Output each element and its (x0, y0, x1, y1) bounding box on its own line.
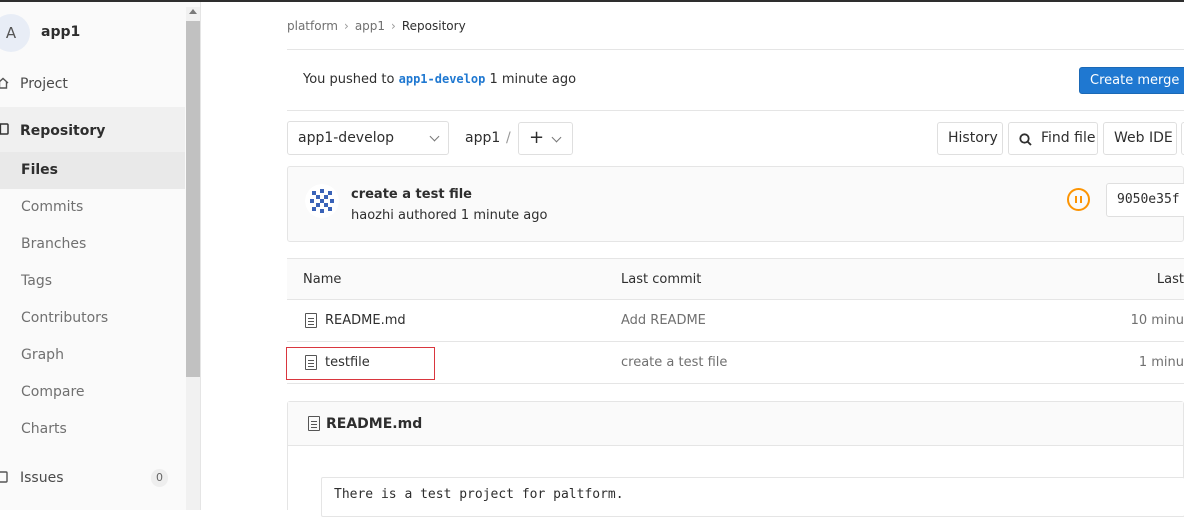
project-name: app1 (41, 24, 81, 40)
sidebar-item-repository[interactable]: Repository (0, 107, 185, 152)
commit-meta: haozhi authored 1 minute ago (351, 208, 547, 223)
file-last-commit-link[interactable]: Add README (621, 313, 706, 328)
sidebar-subitem-label: Files (21, 162, 58, 178)
sidebar-subitem-label: Tags (21, 273, 52, 289)
branch-select[interactable]: app1-develop (287, 121, 449, 155)
column-header-name: Name (303, 272, 342, 287)
push-alert-prefix: You pushed to (303, 72, 395, 87)
plus-icon: + (529, 127, 545, 148)
commit-author-avatar[interactable] (305, 184, 339, 218)
push-alert: You pushed to app1-develop 1 minute ago … (287, 50, 1184, 110)
sidebar-subitem-tags[interactable]: Tags (0, 263, 185, 300)
sidebar-item-issues[interactable]: Issues 0 (0, 460, 185, 498)
sidebar-subitem-commits[interactable]: Commits (0, 189, 185, 226)
pipeline-status-icon[interactable] (1067, 188, 1090, 211)
history-button[interactable]: History (937, 122, 1003, 155)
book-icon (0, 123, 9, 135)
home-icon (0, 77, 9, 89)
branch-select-value: app1-develop (298, 130, 395, 146)
sidebar-subitem-label: Charts (21, 421, 67, 437)
breadcrumb-item-platform[interactable]: platform (287, 19, 338, 33)
file-icon (305, 313, 317, 328)
commit-title-link[interactable]: create a test file (351, 187, 472, 202)
breadcrumb-separator-icon: › (344, 19, 349, 33)
last-commit-panel: create a test file haozhi authored 1 min… (287, 166, 1184, 242)
breadcrumb-separator-icon: › (391, 19, 396, 33)
breadcrumb-current[interactable]: Repository (402, 19, 466, 33)
sidebar-item-project[interactable]: Project (0, 66, 185, 104)
scrollbar-thumb[interactable] (186, 21, 200, 377)
readme-content: There is a test project for paltform. (334, 487, 624, 502)
sidebar-subitem-graph[interactable]: Graph (0, 337, 185, 374)
path-root-link[interactable]: app1 (465, 130, 500, 146)
table-row[interactable]: README.md Add README 10 minu (287, 300, 1184, 342)
sidebar-item-label: Repository (20, 123, 106, 139)
highlight-box (286, 347, 435, 380)
search-icon (1019, 133, 1032, 146)
sidebar-subitem-compare[interactable]: Compare (0, 374, 185, 411)
web-ide-button[interactable]: Web IDE (1103, 122, 1177, 155)
pushed-branch-link[interactable]: app1-develop (399, 72, 486, 86)
sidebar-subitem-contributors[interactable]: Contributors (0, 300, 185, 337)
column-header-last-update: Last (1156, 272, 1184, 287)
sidebar-subitem-label: Compare (21, 384, 85, 400)
find-file-label: Find file (1041, 130, 1096, 146)
readme-code-block: There is a test project for paltform. (321, 477, 1184, 517)
breadcrumb-item-app1[interactable]: app1 (355, 19, 385, 33)
sidebar-subitem-label: Contributors (21, 310, 109, 326)
path-separator: / (506, 130, 511, 146)
commit-author-link[interactable]: haozhi (351, 208, 394, 223)
chevron-down-icon (429, 131, 440, 142)
sidebar: A app1 Project Repository Files Commits … (0, 2, 201, 510)
create-merge-request-button[interactable]: Create merge re (1079, 67, 1184, 94)
readme-title[interactable]: README.md (326, 416, 422, 432)
commit-sha-button[interactable]: 9050e35f (1106, 183, 1184, 217)
issues-count-badge: 0 (151, 469, 168, 487)
sidebar-subitem-label: Graph (21, 347, 64, 363)
push-alert-text: You pushed to app1-develop 1 minute ago (303, 72, 576, 87)
file-last-update: 1 minu (1138, 355, 1184, 370)
chevron-down-icon (551, 132, 562, 143)
commit-authored-time: authored 1 minute ago (397, 208, 548, 223)
file-last-update: 10 minu (1130, 313, 1184, 328)
column-header-last-commit: Last commit (621, 272, 702, 287)
sidebar-item-label: Project (20, 76, 68, 92)
sidebar-scrollbar[interactable] (186, 7, 200, 510)
scroll-up-arrow-icon[interactable] (189, 9, 197, 14)
sidebar-subitem-branches[interactable]: Branches (0, 226, 185, 263)
issues-icon (0, 471, 8, 483)
add-to-tree-dropdown[interactable]: + (518, 122, 573, 155)
divider (287, 110, 1184, 111)
file-icon (308, 416, 320, 431)
file-last-commit-link[interactable]: create a test file (621, 355, 727, 370)
project-avatar: A (0, 14, 30, 52)
sidebar-subitem-label: Branches (21, 236, 87, 252)
breadcrumb: platform › app1 › Repository (287, 19, 470, 33)
project-header[interactable]: A app1 (0, 14, 186, 54)
push-alert-time: 1 minute ago (489, 72, 577, 87)
identicon-icon (305, 184, 339, 218)
table-header-row: Name Last commit Last (287, 258, 1184, 300)
sidebar-item-label: Issues (20, 470, 64, 486)
readme-panel: README.md There is a test project for pa… (287, 401, 1184, 517)
find-file-button[interactable]: Find file (1008, 122, 1098, 155)
file-name-link[interactable]: README.md (325, 313, 406, 328)
sidebar-subitem-charts[interactable]: Charts (0, 411, 185, 448)
sidebar-subitem-label: Commits (21, 199, 84, 215)
readme-header: README.md (288, 402, 1183, 446)
sidebar-subitem-files[interactable]: Files (0, 152, 185, 189)
